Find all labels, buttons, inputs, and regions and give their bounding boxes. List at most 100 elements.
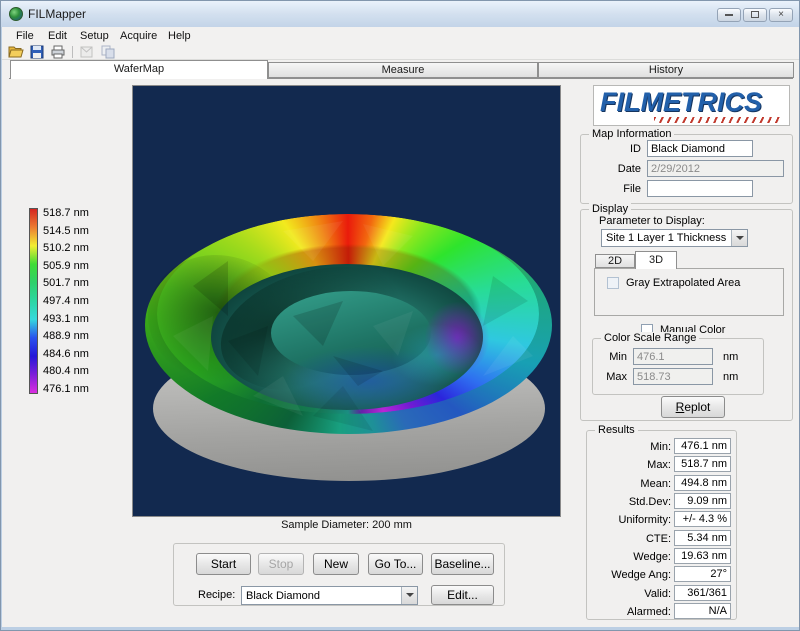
scale-label: 488.9 nm [43,330,103,343]
minimize-icon [725,14,733,16]
parameter-combobox[interactable]: Site 1 Layer 1 Thickness [601,229,748,247]
result-value: 476.1 nm [674,438,731,454]
scale-label: 480.4 nm [43,365,103,378]
result-label: Std.Dev: [589,496,671,508]
scale-label: 514.5 nm [43,225,103,238]
min-field [633,348,713,365]
display-title: Display [589,203,631,215]
save-icon[interactable] [29,45,45,59]
close-button[interactable]: × [769,8,793,22]
toolbar [2,45,800,60]
recipe-label: Recipe: [198,589,242,601]
menu-file[interactable]: File [12,29,38,43]
color-scale-range-title: Color Scale Range [601,332,699,344]
result-label: Valid: [589,588,671,600]
parameter-value: Site 1 Layer 1 Thickness [606,232,726,244]
display-tab-3d[interactable]: 3D [635,251,677,269]
result-label: Uniformity: [589,514,671,526]
parameter-label: Parameter to Display: [599,215,749,227]
wafer-3d-view[interactable] [132,85,561,517]
max-field [633,368,713,385]
result-label: CTE: [589,533,671,545]
close-icon: × [778,9,784,20]
wafer-facet-overlay [133,86,561,517]
result-label: Mean: [589,478,671,490]
result-label: Alarmed: [589,606,671,618]
result-value: 361/361 [674,585,731,601]
edit-button[interactable]: Edit... [431,585,494,605]
replot-label-suffix: eplot [684,400,710,414]
gray-extrapolated-checkbox[interactable] [607,277,619,289]
filmetrics-logo: FILMETRICS [593,85,790,126]
date-field [647,160,784,177]
print-icon[interactable] [50,45,66,59]
menu-bar: File Edit Setup Acquire Help [2,27,800,45]
replot-button[interactable]: Replot [661,396,725,418]
display-3d-panel: Gray Extrapolated Area [594,268,784,316]
min-label: Min [597,351,627,363]
display-tab-2d[interactable]: 2D [595,254,635,268]
copy-icon [100,45,116,59]
tab-history[interactable]: History [538,62,794,78]
result-label: Wedge: [589,551,671,563]
maximize-icon [751,11,759,18]
result-value: 5.34 nm [674,530,731,546]
id-field[interactable] [647,140,753,157]
max-unit: nm [723,371,745,383]
recipe-combobox[interactable]: Black Diamond [241,586,418,605]
scale-label: 518.7 nm [43,207,103,220]
date-label: Date [583,163,641,175]
scale-label: 497.4 nm [43,295,103,308]
file-label: File [583,183,641,195]
menu-edit[interactable]: Edit [44,29,71,43]
tab-wafermap[interactable]: WaferMap [10,60,268,79]
result-value: 494.8 nm [674,475,731,491]
maximize-button[interactable] [743,8,767,22]
result-label: Max: [589,459,671,471]
tab-measure[interactable]: Measure [268,62,538,78]
recipe-value: Black Diamond [246,590,320,602]
baseline-button[interactable]: Baseline... [431,553,494,575]
scale-label: 484.6 nm [43,348,103,361]
id-label: ID [583,143,641,155]
result-label: Wedge Ang: [589,569,671,581]
results-title: Results [595,424,638,436]
file-field[interactable] [647,180,753,197]
stop-button: Stop [258,553,304,575]
menu-help[interactable]: Help [164,29,195,43]
window-title: FILMapper [28,7,86,21]
app-window: FILMapper × File Edit Setup Acquire Help… [0,0,800,631]
parameter-dropdown-arrow-icon[interactable] [731,230,747,246]
scale-label: 476.1 nm [43,383,103,396]
result-value: 9.09 nm [674,493,731,509]
scale-label: 493.1 nm [43,313,103,326]
result-label: Min: [589,441,671,453]
app-globe-icon [9,7,23,21]
result-value: N/A [674,603,731,619]
min-unit: nm [723,351,745,363]
result-value: 19.63 nm [674,548,731,564]
title-bar: FILMapper × [1,1,800,27]
max-label: Max [597,371,627,383]
replot-label-prefix: R [676,400,685,414]
menu-acquire[interactable]: Acquire [116,29,161,43]
goto-button[interactable]: Go To... [368,553,423,575]
filmetrics-logo-text: FILMETRICS [600,87,762,118]
toolbar-separator [72,46,73,58]
main-tabstrip: WaferMap Measure History [2,60,800,79]
start-button[interactable]: Start [196,553,251,575]
result-value: +/- 4.3 % [674,511,731,527]
scale-label: 501.7 nm [43,277,103,290]
new-button[interactable]: New [313,553,359,575]
menu-setup[interactable]: Setup [76,29,113,43]
minimize-button[interactable] [717,8,741,22]
gray-extrapolated-label: Gray Extrapolated Area [626,277,740,289]
scale-label: 505.9 nm [43,260,103,273]
recipe-dropdown-arrow-icon[interactable] [401,587,417,604]
open-icon[interactable] [8,45,24,59]
sample-diameter-caption: Sample Diameter: 200 mm [132,519,561,531]
result-value: 518.7 nm [674,456,731,472]
export-icon [79,45,95,59]
scale-label: 510.2 nm [43,242,103,255]
color-scale-range-group: Color Scale Range [592,338,764,395]
